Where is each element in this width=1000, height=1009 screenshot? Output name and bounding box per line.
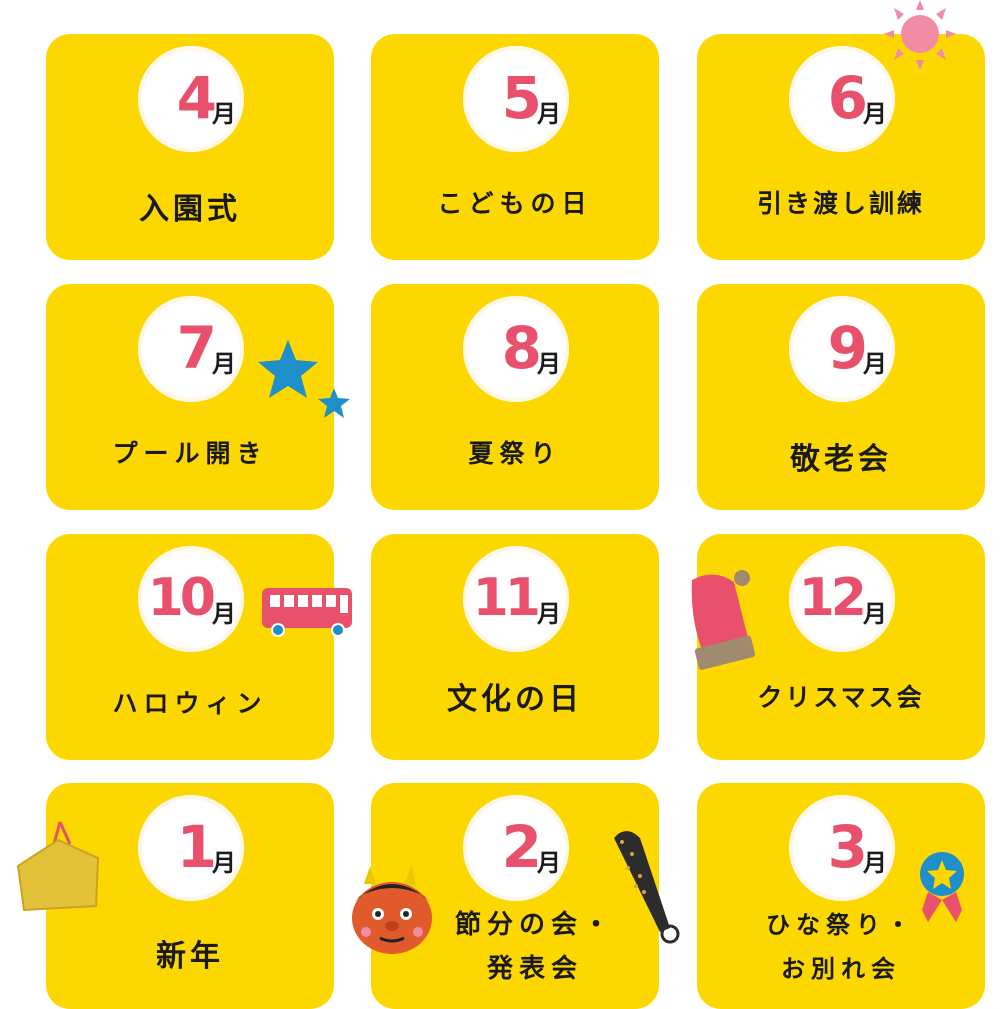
month-unit: 月 [863,100,887,128]
month-badge: 5 月 [463,46,569,152]
event-label: 入園式 [139,192,241,227]
month-number: 6 [827,64,868,132]
month-number: 12 [798,568,867,628]
month-badge: 2 月 [463,795,569,901]
month-unit: 月 [537,849,561,877]
month-badge: 8 月 [463,296,569,402]
oni-demon-icon [352,866,432,954]
month-unit: 月 [537,350,561,378]
month-number: 8 [501,314,542,382]
event-label: 新年 [156,939,224,974]
month-badge: 3 月 [789,795,895,901]
month-badge: 10 月 [138,546,244,652]
month-unit: 月 [212,350,236,378]
month-unit: 月 [537,600,561,628]
star-icon [258,340,350,418]
event-label: クリスマス会 [757,683,925,712]
month-card-august: 8 月 夏祭り [371,284,659,510]
month-card-november: 11 月 文化の日 [371,534,659,760]
bus-icon [262,588,352,637]
month-number: 10 [147,568,216,628]
event-label: プール開き [112,439,268,468]
event-label: こどもの日 [437,189,593,218]
month-number: 3 [827,813,868,881]
event-label-line2: お別れ会 [781,955,901,983]
oni-club-icon [614,831,680,944]
month-unit: 月 [212,100,236,128]
month-badge: 1 月 [138,795,244,901]
month-number: 11 [472,568,541,628]
month-unit: 月 [863,600,887,628]
month-card-september: 9 月 敬老会 [697,284,985,510]
month-number: 7 [176,314,217,382]
month-unit: 月 [863,849,887,877]
ema-plaque-icon [16,821,100,912]
month-badge: 4 月 [138,46,244,152]
month-number: 5 [501,64,542,132]
event-label: 引き渡し訓練 [756,189,925,218]
month-number: 9 [827,314,868,382]
month-card-may: 5 月 こどもの日 [371,34,659,260]
event-label: 敬老会 [790,442,892,477]
santa-hat-icon [691,570,756,670]
month-number: 1 [176,813,217,881]
month-number: 2 [501,813,542,881]
month-card-april: 4 月 入園式 [46,34,334,260]
month-badge: 11 月 [463,546,569,652]
month-card-october: 10 月 ハロウィン [46,534,334,760]
event-label: ハロウィン [112,689,268,718]
month-unit: 月 [212,849,236,877]
month-unit: 月 [212,600,236,628]
month-unit: 月 [537,100,561,128]
event-label-line2: 発表会 [486,954,583,984]
month-badge: 12 月 [789,546,895,652]
medal-icon [920,852,964,922]
sun-icon [884,0,956,70]
month-badge: 7 月 [138,296,244,402]
month-unit: 月 [863,350,887,378]
event-label: 夏祭り [468,439,562,468]
month-number: 4 [176,64,217,132]
month-badge: 9 月 [789,296,895,402]
event-label: 文化の日 [447,682,583,717]
